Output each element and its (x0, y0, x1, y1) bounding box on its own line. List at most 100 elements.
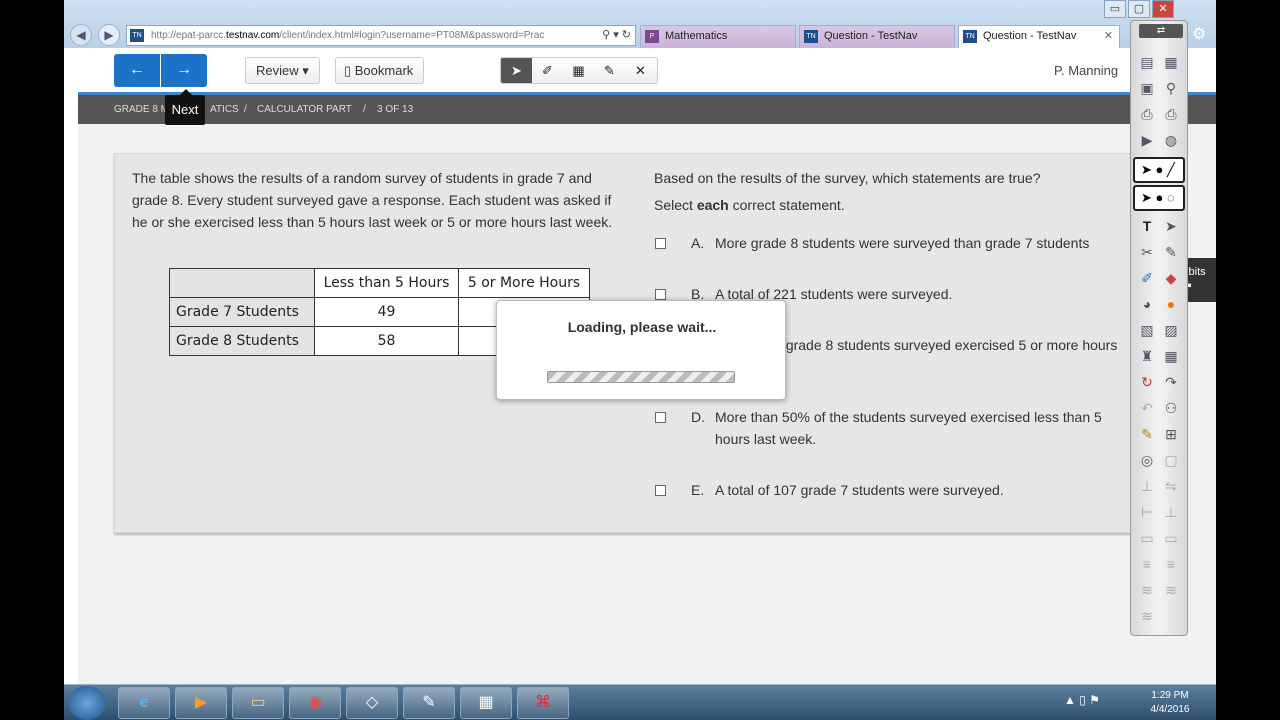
clip-icon[interactable]: ▨ (1161, 321, 1181, 339)
target-icon[interactable]: ◎ (1137, 451, 1157, 469)
magnifier-icon[interactable]: ⚲ (1161, 79, 1181, 97)
breadcrumb-section: CALCULATOR PART (257, 104, 352, 115)
checkbox[interactable] (655, 485, 666, 496)
pencil-icon[interactable]: ✎ (1161, 243, 1181, 261)
maximize-button[interactable]: ▢ (1128, 0, 1150, 18)
checkbox[interactable] (655, 238, 666, 249)
cursor-icon[interactable]: ➤ (1161, 217, 1181, 235)
align-left-icon[interactable]: ⊢ (1137, 503, 1157, 521)
clock[interactable]: 1:29 PM 4/4/2016 (1138, 689, 1202, 717)
option-e[interactable]: E. A total of 107 grade 7 students were … (654, 479, 1134, 509)
minimize-button[interactable]: ▭ (1104, 0, 1126, 18)
breadcrumb-subject: GRADE 8 M (114, 104, 170, 115)
browser-forward-button[interactable]: ▶ (98, 24, 120, 46)
bottle-icon[interactable]: ♜ (1137, 347, 1157, 365)
paste-icon[interactable]: ▧ (1137, 321, 1157, 339)
next-button[interactable]: → (161, 54, 207, 87)
taskbar-ie-icon[interactable]: e (118, 687, 170, 719)
clock-date: 4/4/2016 (1150, 704, 1190, 715)
table-header-cell: Less than 5 Hours (314, 268, 459, 298)
text-icon[interactable]: T (1137, 217, 1157, 235)
refresh-icon[interactable]: ↻ (1137, 373, 1157, 391)
tab-favicon: P (645, 30, 659, 43)
select-pen-icon[interactable]: ➤ ● ╱ (1133, 157, 1185, 183)
keyboard-icon[interactable]: ▦ (1161, 53, 1181, 71)
instruction-emphasis: each (696, 197, 729, 213)
loading-dialog: Loading, please wait... (496, 300, 786, 400)
tab-question-1[interactable]: TN Question - TestNav (799, 25, 955, 48)
draw-icon[interactable]: ✎ (1137, 425, 1157, 443)
taskbar-app-icon[interactable]: ◇ (346, 687, 398, 719)
bookmark-button[interactable]: ▯ Bookmark (335, 57, 425, 84)
print-icon[interactable]: ⎙ (1137, 105, 1157, 123)
option-text: A total of 107 grade 7 students were sur… (715, 482, 1004, 498)
marker-icon[interactable]: ✐ (1137, 269, 1157, 287)
highlighter-icon[interactable]: ✎ (594, 58, 625, 83)
taskbar-notebook-icon[interactable]: ✎ (403, 687, 455, 719)
close-window-button[interactable]: ✕ (1152, 0, 1174, 18)
taskbar-media-icon[interactable]: ▶ (175, 687, 227, 719)
browser-back-button[interactable]: ◀ (70, 24, 92, 46)
redo-icon[interactable]: ↷ (1161, 373, 1181, 391)
shape-icon[interactable]: ● (1161, 295, 1181, 313)
tab-mathematics[interactable]: P Mathematics (640, 25, 796, 48)
stack-icon-5[interactable]: ≋ (1137, 607, 1157, 625)
lock-icon[interactable]: ▢ (1161, 451, 1181, 469)
instruction-text: correct statement. (728, 197, 845, 213)
eraser-icon[interactable]: ◆ (1161, 269, 1181, 287)
cross-out-icon[interactable]: ✕ (625, 58, 656, 83)
row-label: Grade 8 Students (169, 326, 315, 356)
tab-favicon: TN (963, 30, 977, 43)
toolbar-swap-icon[interactable]: ⇄ (1139, 24, 1183, 38)
stack-icon[interactable]: ≡ (1137, 555, 1157, 573)
checkbox[interactable] (655, 412, 666, 423)
calculator-icon[interactable]: ▦ (563, 58, 594, 83)
taskbar-app-icon[interactable]: ▦ (460, 687, 512, 719)
gear-icon[interactable]: ⚙ (1192, 24, 1206, 44)
close-tab-icon[interactable]: ✕ (1104, 26, 1113, 47)
play-icon[interactable]: ▶ (1137, 131, 1157, 149)
layer-icon-2[interactable]: ▭ (1161, 529, 1181, 547)
undo-icon[interactable]: ↶ (1137, 399, 1157, 417)
user-name[interactable]: P. Manning (1054, 63, 1118, 78)
option-letter: D. (691, 409, 705, 425)
option-a[interactable]: A. More grade 8 students were surveyed t… (654, 232, 1134, 262)
taskbar-chrome-icon[interactable]: ◉ (289, 687, 341, 719)
align-center-icon[interactable]: ⊥ (1161, 503, 1181, 521)
globe-icon[interactable]: ◍ (1161, 131, 1181, 149)
stack-icon-3[interactable]: ≋ (1137, 581, 1157, 599)
system-tray-icons[interactable]: ▲ ▯ ⚑ (1064, 693, 1100, 707)
tools-icon[interactable]: ✂ (1137, 243, 1157, 261)
floating-tools-panel: ▤ ▦ ▣ ⚲ ⎙ ⎙ ▶ ◍ ➤ ● ╱ ➤ ● ◌ T ➤ ✂ ✎ ✐ ◆ … (1130, 20, 1188, 636)
question-area: The table shows the results of a random … (78, 124, 1216, 684)
next-tooltip: Next (165, 89, 205, 125)
review-button[interactable]: Review ▾ (245, 57, 320, 84)
taskbar-folder-icon[interactable]: ▭ (232, 687, 284, 719)
pointer-icon[interactable]: ➤ (501, 58, 532, 83)
stack-icon-2[interactable]: ≡ (1161, 555, 1181, 573)
fill-icon[interactable]: ◕ (1137, 295, 1157, 313)
select-pen-icon-2[interactable]: ➤ ● ◌ (1133, 185, 1185, 211)
highlight-icon[interactable]: ▣ (1137, 79, 1157, 97)
start-button[interactable] (68, 686, 106, 720)
tab-question-active[interactable]: TN Question - TestNav ✕ (958, 25, 1120, 48)
flip-icon[interactable]: ⇋ (1161, 477, 1181, 495)
eraser-icon[interactable]: ✐ (532, 58, 563, 83)
taskbar-pdf-icon[interactable]: ⌘ (517, 687, 569, 719)
loading-progress-bar (547, 371, 735, 383)
address-bar[interactable]: TN http://epat-parcc.testnav.com/client/i… (126, 25, 636, 46)
checkbox[interactable] (655, 289, 666, 300)
layer-icon[interactable]: ▭ (1137, 529, 1157, 547)
option-d[interactable]: D. More than 50% of the students surveye… (654, 406, 1134, 456)
previous-button[interactable]: ← (114, 54, 160, 87)
passage-text: The table shows the results of a random … (132, 170, 613, 230)
print-icon-2[interactable]: ⎙ (1161, 105, 1181, 123)
people-icon[interactable]: ⚇ (1161, 399, 1181, 417)
search-refresh-icon[interactable]: ⚲ ▾ ↻ (602, 26, 631, 45)
frame-icon[interactable]: ⊞ (1161, 425, 1181, 443)
forward-arrow-icon: ▶ (104, 28, 114, 42)
stack-icon-4[interactable]: ≋ (1161, 581, 1181, 599)
screen-capture-icon[interactable]: ▤ (1137, 53, 1157, 71)
align-icon[interactable]: ⊥ (1137, 477, 1157, 495)
calculator-icon[interactable]: ▦ (1161, 347, 1181, 365)
